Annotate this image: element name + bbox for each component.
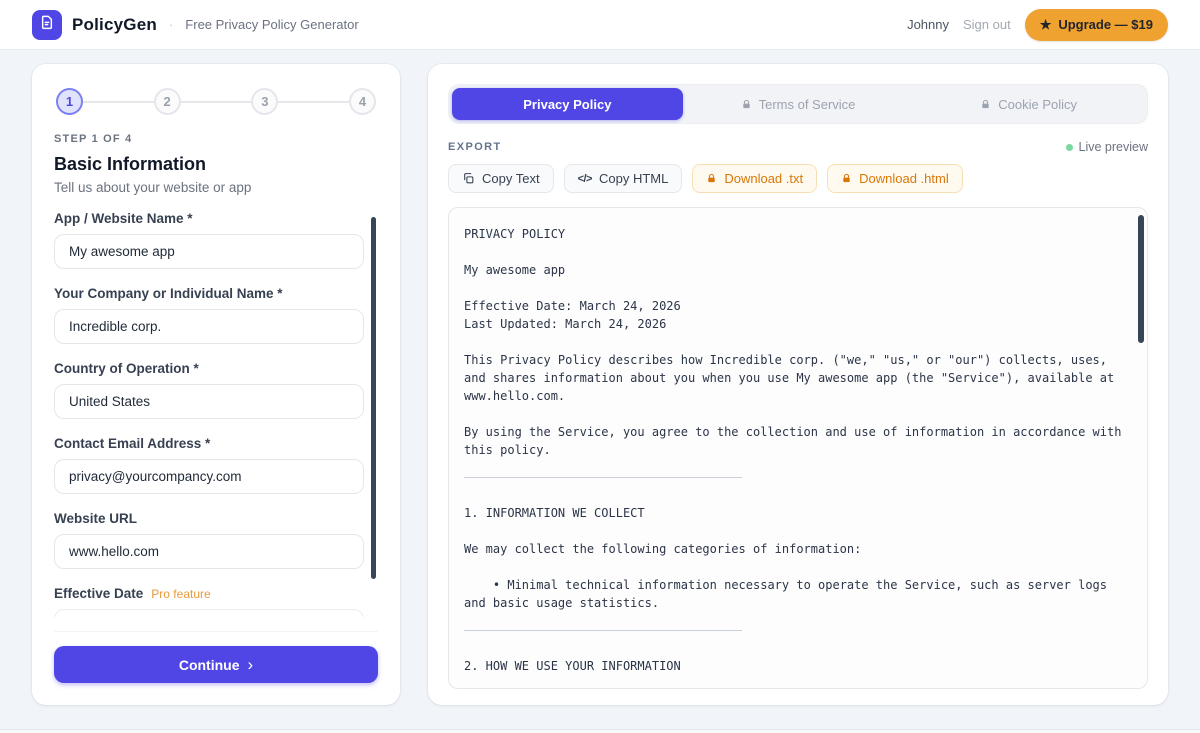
policy-preview-content: PRIVACY POLICY My awesome app Effective Da… [464, 225, 1123, 689]
policy-paragraph: 1. INFORMATION WE COLLECT [464, 504, 1123, 522]
form-scrollbar-thumb[interactable] [371, 217, 376, 579]
header-actions: Johnny Sign out ★ Upgrade — $19 [907, 9, 1168, 41]
brand-tagline: Free Privacy Policy Generator [185, 17, 358, 32]
brand-name: PolicyGen [72, 15, 157, 35]
export-buttons: Copy Text </> Copy HTML Download .txt Downlo… [448, 164, 1148, 193]
live-preview-status: Live preview [1066, 140, 1148, 154]
main-content: 1 2 3 4 STEP 1 OF 4 Basic Information Tell … [0, 50, 1200, 705]
input-website-url[interactable] [54, 534, 364, 569]
live-preview-label: Live preview [1079, 140, 1148, 154]
tab-label: Privacy Policy [523, 97, 611, 112]
policy-paragraph: PRIVACY POLICY [464, 225, 1123, 243]
field-label-row-app-website-name: App / Website Name * [54, 211, 364, 226]
form-fields: App / Website Name * Your Company or Indi… [54, 211, 378, 617]
step-circle-3[interactable]: 3 [251, 88, 278, 115]
copy-text-button[interactable]: Copy Text [448, 164, 554, 193]
tab-privacy-policy[interactable]: Privacy Policy [452, 88, 683, 120]
upgrade-button[interactable]: ★ Upgrade — $19 [1025, 9, 1168, 41]
page-footer-divider [0, 729, 1200, 733]
stepper: 1 2 3 4 [56, 88, 376, 115]
tab-label: Cookie Policy [998, 97, 1077, 112]
input-effective-date[interactable] [54, 609, 364, 617]
signout-link[interactable]: Sign out [963, 17, 1011, 32]
input-country-of-operation[interactable] [54, 384, 364, 419]
step-connector [181, 101, 252, 103]
continue-label: Continue [179, 657, 240, 673]
wizard-card: 1 2 3 4 STEP 1 OF 4 Basic Information Tell … [32, 64, 400, 705]
preview-scrollbar-thumb[interactable] [1138, 215, 1144, 343]
chevron-right-icon: › [247, 656, 253, 673]
app-logo [32, 10, 62, 40]
policy-paragraph: Effective Date: March 24, 2026 Last Upda… [464, 297, 1123, 333]
step-circle-1[interactable]: 1 [56, 88, 83, 115]
field-label-row-your-company-or-individual-name: Your Company or Individual Name * [54, 286, 364, 301]
export-header: EXPORT Live preview [448, 140, 1148, 154]
upgrade-label: Upgrade — $19 [1058, 17, 1153, 32]
export-button-label: Copy HTML [599, 171, 668, 186]
tab-terms-of-service[interactable]: Terms of Service [683, 88, 914, 120]
policy-paragraph: • Minimal technical information necessar… [464, 576, 1123, 612]
field-label-effective-date: Effective Date [54, 586, 143, 601]
username-label: Johnny [907, 17, 949, 32]
step-connector [278, 101, 349, 103]
download-html-button[interactable]: Download .html [827, 164, 963, 193]
field-label-row-website-url: Website URL [54, 511, 364, 526]
step-progress-label: STEP 1 OF 4 [54, 133, 378, 145]
wizard-subtitle: Tell us about your website or app [54, 180, 378, 195]
field-label-country-of-operation: Country of Operation * [54, 361, 199, 376]
wizard-title: Basic Information [54, 154, 378, 175]
input-your-company-or-individual-name[interactable] [54, 309, 364, 344]
lock-icon [741, 99, 752, 110]
document-icon [39, 14, 55, 35]
copy-icon [462, 172, 475, 185]
policy-paragraph: My awesome app [464, 261, 1123, 279]
download-txt-button[interactable]: Download .txt [692, 164, 817, 193]
policy-preview: PRIVACY POLICY My awesome app Effective Da… [448, 207, 1148, 689]
wizard-footer: Continue › [54, 631, 378, 683]
field-label-contact-email-address: Contact Email Address * [54, 436, 210, 451]
input-contact-email-address[interactable] [54, 459, 364, 494]
app-header: PolicyGen · Free Privacy Policy Generato… [0, 0, 1200, 50]
section-divider [464, 630, 742, 631]
export-heading: EXPORT [448, 141, 502, 153]
code-icon: </> [578, 173, 592, 185]
input-app-website-name[interactable] [54, 234, 364, 269]
field-label-your-company-or-individual-name: Your Company or Individual Name * [54, 286, 283, 301]
continue-button[interactable]: Continue › [54, 646, 378, 683]
step-circle-2[interactable]: 2 [154, 88, 181, 115]
tab-cookie-policy[interactable]: Cookie Policy [913, 88, 1144, 120]
policy-paragraph: 2. HOW WE USE YOUR INFORMATION [464, 657, 1123, 675]
export-button-label: Copy Text [482, 171, 540, 186]
step-circle-4[interactable]: 4 [349, 88, 376, 115]
lock-icon [706, 173, 717, 184]
lock-icon [980, 99, 991, 110]
policy-paragraph: By using the Service, you agree to the c… [464, 423, 1123, 459]
brand-separator: · [169, 17, 173, 32]
policy-paragraph: We may collect the following categories … [464, 540, 1123, 558]
field-label-row-contact-email-address: Contact Email Address * [54, 436, 364, 451]
brand-group: PolicyGen · Free Privacy Policy Generato… [32, 10, 359, 40]
export-button-label: Download .html [859, 171, 949, 186]
lock-icon [841, 173, 852, 184]
copy-html-button[interactable]: </> Copy HTML [564, 164, 683, 193]
live-dot-icon [1066, 144, 1073, 151]
field-label-row-country-of-operation: Country of Operation * [54, 361, 364, 376]
tab-label: Terms of Service [759, 97, 856, 112]
star-icon: ★ [1040, 17, 1052, 33]
section-divider [464, 477, 742, 478]
field-label-row-effective-date: Effective Date Pro feature [54, 586, 364, 601]
policy-paragraph: This Privacy Policy describes how Incred… [464, 351, 1123, 405]
export-button-label: Download .txt [724, 171, 803, 186]
document-tabs: Privacy Policy Terms of Service Cookie Pol… [448, 84, 1148, 124]
field-label-website-url: Website URL [54, 511, 137, 526]
field-label-app-website-name: App / Website Name * [54, 211, 193, 226]
preview-card: Privacy Policy Terms of Service Cookie Pol… [428, 64, 1168, 705]
pro-feature-tag: Pro feature [151, 587, 210, 601]
step-connector [83, 101, 154, 103]
